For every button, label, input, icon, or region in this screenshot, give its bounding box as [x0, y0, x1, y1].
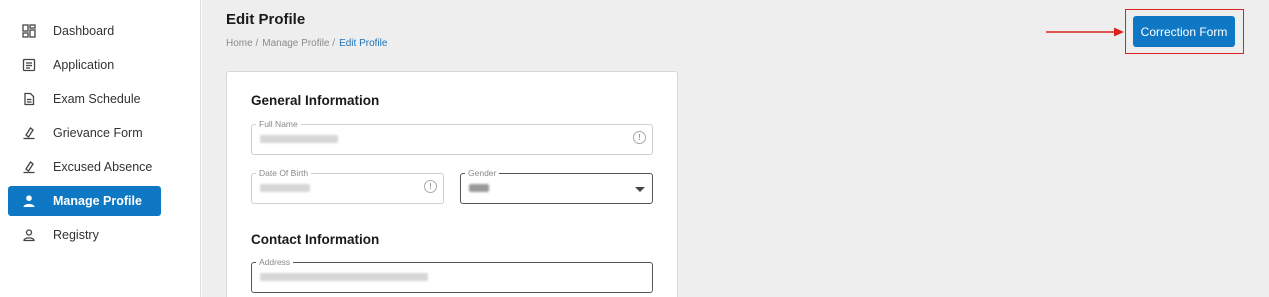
- sidebar: Dashboard Application Exam Schedule Grie…: [0, 0, 201, 297]
- contact-information-title: Contact Information: [251, 232, 380, 247]
- info-icon: !: [633, 131, 646, 144]
- sidebar-item-label: Registry: [53, 228, 99, 242]
- sidebar-item-label: Dashboard: [53, 24, 115, 38]
- sidebar-item-label: Excused Absence: [53, 160, 153, 174]
- sidebar-item-excused-absence[interactable]: Excused Absence: [8, 152, 161, 182]
- breadcrumb-home[interactable]: Home /: [226, 38, 258, 49]
- address-label: Address: [256, 256, 294, 268]
- sidebar-item-registry[interactable]: Registry: [8, 220, 161, 250]
- sidebar-item-label: Exam Schedule: [53, 92, 141, 106]
- sidebar-item-manage-profile[interactable]: Manage Profile: [8, 186, 161, 216]
- sidebar-item-dashboard[interactable]: Dashboard: [8, 16, 161, 46]
- gender-value-redacted: [469, 184, 489, 192]
- sidebar-item-application[interactable]: Application: [8, 50, 161, 80]
- address-value-redacted: [260, 273, 428, 281]
- correction-form-button[interactable]: Correction Form: [1133, 16, 1235, 47]
- caret-down-icon[interactable]: [635, 187, 645, 192]
- sidebar-item-grievance-form[interactable]: Grievance Form: [8, 118, 161, 148]
- page-title: Edit Profile: [226, 11, 306, 28]
- application-icon: [20, 56, 38, 74]
- gender-label: Gender: [465, 167, 500, 179]
- breadcrumb: Home / Manage Profile / Edit Profile: [226, 38, 387, 49]
- user-icon: [20, 192, 38, 210]
- dashboard-icon: [20, 22, 38, 40]
- full-name-field[interactable]: Full Name !: [251, 118, 653, 155]
- date-of-birth-value-redacted: [260, 184, 310, 192]
- stamp-icon: [20, 124, 38, 142]
- user-outline-icon: [20, 226, 38, 244]
- sidebar-item-label: Manage Profile: [53, 194, 142, 208]
- breadcrumb-manage-profile[interactable]: Manage Profile /: [262, 38, 335, 49]
- profile-form-card: General Information Full Name ! Date Of …: [226, 71, 678, 297]
- main-content: Edit Profile Home / Manage Profile / Edi…: [202, 0, 1269, 297]
- info-icon: !: [424, 180, 437, 193]
- sidebar-item-exam-schedule[interactable]: Exam Schedule: [8, 84, 161, 114]
- sidebar-item-label: Grievance Form: [53, 126, 143, 140]
- address-field[interactable]: Address: [251, 256, 653, 293]
- sidebar-item-label: Application: [53, 58, 115, 72]
- date-of-birth-field[interactable]: Date Of Birth !: [251, 167, 444, 204]
- general-information-title: General Information: [251, 93, 380, 108]
- full-name-label: Full Name: [256, 118, 301, 130]
- full-name-value-redacted: [260, 135, 338, 143]
- annotation-arrow-icon: [1046, 27, 1124, 37]
- stamp-icon: [20, 158, 38, 176]
- gender-select[interactable]: Gender: [460, 167, 653, 204]
- document-icon: [20, 90, 38, 108]
- date-of-birth-label: Date Of Birth: [256, 167, 312, 179]
- breadcrumb-current: Edit Profile: [339, 38, 388, 49]
